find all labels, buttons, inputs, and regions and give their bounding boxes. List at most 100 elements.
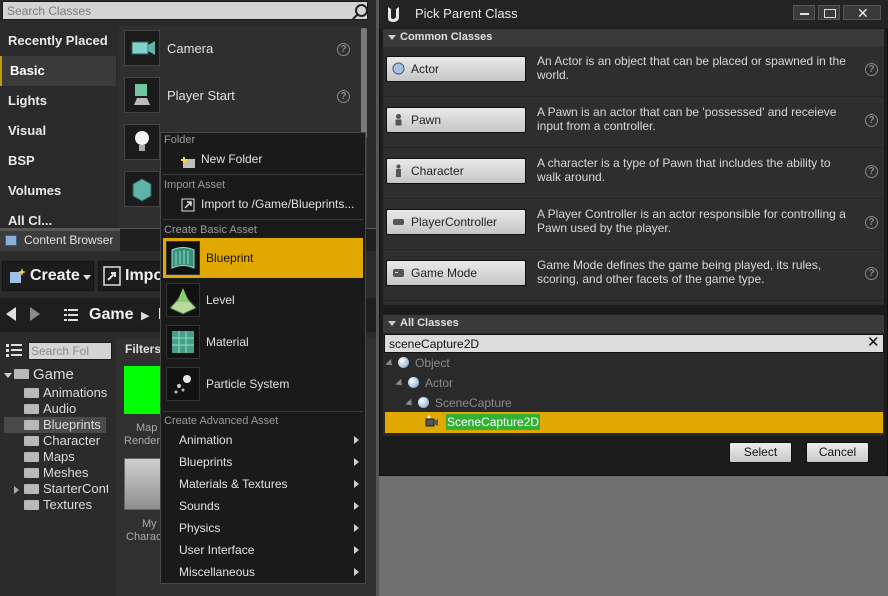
class-tree-object[interactable]: Object [385, 354, 450, 372]
class-filter-input[interactable] [389, 336, 859, 351]
class-filter-field[interactable]: ✕ [384, 334, 884, 353]
menu-submenu-sounds[interactable]: Sounds [163, 495, 363, 517]
tree-folder-starter-content[interactable]: StarterCont [14, 481, 108, 497]
path-crumb-game[interactable]: Game [89, 306, 133, 324]
filters-button[interactable]: Filters [125, 342, 161, 356]
tree-folder-audio[interactable]: Audio [24, 401, 76, 417]
close-button[interactable]: ✕ [843, 5, 881, 21]
category-volumes[interactable]: Volumes [0, 176, 116, 206]
category-recently-placed[interactable]: Recently Placed [0, 26, 116, 56]
material-icon [166, 325, 200, 359]
menu-item-particle-system[interactable]: Particle System [163, 364, 363, 404]
class-tree-actor[interactable]: Actor [395, 374, 453, 392]
help-icon[interactable]: ? [865, 114, 878, 127]
expand-icon[interactable] [14, 485, 19, 494]
tree-folder-animations[interactable]: Animations [24, 385, 107, 401]
menu-item-label: Sounds [179, 499, 220, 513]
menu-submenu-blueprints[interactable]: Blueprints [163, 451, 363, 473]
tree-folder-blueprints[interactable]: Blueprints [4, 417, 106, 433]
search-classes-input[interactable] [7, 3, 337, 18]
menu-item-label: Import to /Game/Blueprints... [201, 197, 355, 211]
create-button[interactable]: Create [2, 261, 94, 291]
category-lights[interactable]: Lights [0, 86, 116, 116]
back-arrow-icon[interactable] [6, 307, 16, 321]
tree-folder-meshes[interactable]: Meshes [24, 465, 89, 481]
class-tree-scene-capture-2d[interactable]: SceneCapture2D [385, 412, 883, 433]
tree-folder-character[interactable]: Character [24, 433, 100, 449]
collapse-icon [388, 321, 396, 326]
help-icon[interactable]: ? [337, 90, 350, 103]
menu-section-basic-asset: Create Basic Asset [164, 224, 257, 236]
asset-thumbnail-map[interactable] [124, 366, 164, 414]
player-controller-class-button[interactable]: PlayerController [386, 209, 526, 235]
select-button[interactable]: Select [729, 442, 792, 463]
expand-icon[interactable] [395, 379, 405, 389]
scene-capture-2d-icon [424, 415, 439, 430]
dialog-titlebar[interactable]: Pick Parent Class ✕ [379, 0, 888, 28]
search-classes-field[interactable] [2, 1, 368, 20]
actor-class-button[interactable]: Actor [386, 56, 526, 82]
menu-item-level[interactable]: Level [163, 280, 363, 320]
menu-item-label: Material [206, 335, 249, 349]
actor-row-camera[interactable]: Camera ? [118, 26, 362, 72]
asset-thumbnail-character[interactable] [124, 458, 164, 510]
path-picker-icon[interactable] [64, 309, 78, 321]
tab-content-browser[interactable]: Content Browser [0, 229, 120, 251]
path-separator[interactable]: ▶ [141, 309, 149, 322]
help-icon[interactable]: ? [865, 63, 878, 76]
maximize-icon [824, 9, 836, 18]
actor-row-player-start[interactable]: Player Start ? [118, 73, 362, 119]
help-icon[interactable]: ? [865, 267, 878, 280]
menu-submenu-physics[interactable]: Physics [163, 517, 363, 539]
class-tree-scene-capture[interactable]: SceneCapture [405, 394, 512, 412]
section-title: Common Classes [400, 31, 493, 43]
category-visual[interactable]: Visual [0, 116, 116, 146]
category-basic[interactable]: Basic [0, 56, 116, 86]
menu-submenu-miscellaneous[interactable]: Miscellaneous [163, 561, 363, 583]
minimize-button[interactable] [793, 5, 815, 20]
cancel-button[interactable]: Cancel [806, 442, 869, 463]
menu-submenu-animation[interactable]: Animation [163, 429, 363, 451]
category-all-classes[interactable]: All Cl... [0, 206, 116, 228]
menu-item-new-folder[interactable]: New Folder [163, 148, 363, 170]
expand-icon[interactable] [4, 372, 12, 378]
class-description: A Player Controller is an actor responsi… [537, 207, 846, 235]
category-bsp[interactable]: BSP [0, 146, 116, 176]
help-icon[interactable]: ? [865, 216, 878, 229]
menu-item-blueprint[interactable]: Blueprint [163, 238, 363, 278]
maximize-button[interactable] [818, 5, 840, 20]
tree-toggle-icon[interactable] [6, 344, 22, 357]
forward-arrow-icon[interactable] [30, 307, 40, 321]
all-classes-header[interactable]: All Classes [383, 315, 884, 333]
character-class-button[interactable]: Character [386, 158, 526, 184]
folder-icon [24, 403, 39, 414]
expand-icon[interactable] [405, 399, 415, 409]
tree-folder-textures[interactable]: Textures [24, 497, 92, 513]
expand-icon[interactable] [385, 359, 395, 369]
clear-filter-icon[interactable]: ✕ [867, 333, 880, 351]
search-folders-input[interactable] [31, 344, 91, 358]
common-classes-header[interactable]: Common Classes [383, 29, 884, 47]
help-icon[interactable]: ? [865, 165, 878, 178]
folder-icon [24, 499, 39, 510]
create-label: Create [30, 267, 80, 284]
tree-root-game[interactable]: Game [4, 367, 74, 383]
search-folders-field[interactable] [28, 342, 112, 360]
close-icon: ✕ [857, 5, 869, 21]
pawn-class-button[interactable]: Pawn [386, 107, 526, 133]
chevron-right-icon [354, 568, 359, 576]
game-mode-class-button[interactable]: Game Mode [386, 260, 526, 286]
chevron-right-icon [354, 480, 359, 488]
menu-submenu-materials-textures[interactable]: Materials & Textures [163, 473, 363, 495]
tree-folder-maps[interactable]: Maps [24, 449, 75, 465]
menu-item-material[interactable]: Material [163, 322, 363, 362]
menu-submenu-user-interface[interactable]: User Interface [163, 539, 363, 561]
player-start-icon [124, 77, 160, 113]
chevron-right-icon [354, 524, 359, 532]
help-icon[interactable]: ? [337, 43, 350, 56]
place-actors-scrollbar-thumb[interactable] [361, 28, 367, 138]
menu-item-label: Particle System [206, 377, 290, 391]
search-icon[interactable] [355, 4, 368, 17]
menu-item-import[interactable]: Import to /Game/Blueprints... [163, 193, 363, 215]
class-tree-label: SceneCapture [435, 396, 512, 410]
